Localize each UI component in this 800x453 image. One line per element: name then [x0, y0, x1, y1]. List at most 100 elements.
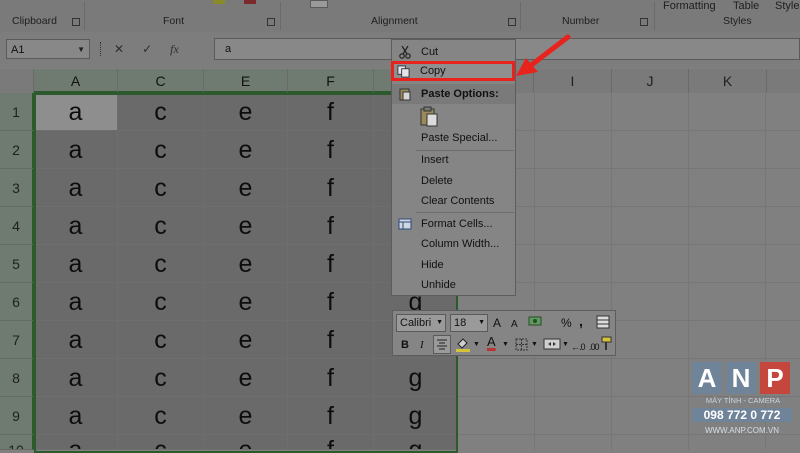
cell[interactable]: f [288, 321, 374, 359]
cell[interactable]: f [288, 397, 374, 435]
row-header[interactable]: 9 [0, 397, 34, 435]
column-header-c[interactable]: C [118, 69, 204, 93]
merge-center-icon[interactable] [543, 337, 561, 351]
cell[interactable]: e [204, 131, 288, 169]
cell[interactable]: c [118, 207, 204, 245]
column-header-e[interactable]: E [204, 69, 288, 93]
cell[interactable]: a [34, 169, 118, 207]
menu-item-insert[interactable]: Insert [392, 150, 515, 170]
borders-icon[interactable] [515, 338, 528, 351]
menu-item-delete[interactable]: Delete [392, 171, 515, 191]
column-header-k[interactable]: K [689, 69, 767, 93]
column-header-next[interactable] [767, 69, 800, 93]
row-header[interactable]: 2 [0, 131, 34, 169]
font-launcher-icon[interactable] [267, 18, 275, 26]
cell[interactable]: c [118, 283, 204, 321]
cell[interactable]: a [34, 245, 118, 283]
cell[interactable]: c [118, 397, 204, 435]
chevron-down-icon[interactable]: ▼ [531, 336, 538, 354]
menu-item-copy[interactable]: Copy [391, 61, 515, 81]
grow-font-button[interactable]: A [493, 314, 501, 332]
cell[interactable]: a [34, 283, 118, 321]
conditional-formatting-button[interactable]: Formatting [663, 0, 716, 12]
cell[interactable]: f [288, 283, 374, 321]
comma-style-button[interactable]: , [579, 312, 583, 330]
column-header-f[interactable]: F [288, 69, 374, 93]
menu-item-clear-contents[interactable]: Clear Contents [392, 191, 515, 211]
format-painter-icon[interactable] [600, 336, 614, 351]
cell[interactable]: a [34, 207, 118, 245]
cell[interactable]: f [288, 359, 374, 397]
cell[interactable]: f [288, 245, 374, 283]
cell[interactable]: f [288, 169, 374, 207]
menu-item-unhide[interactable]: Unhide [392, 275, 515, 295]
cell[interactable]: f [288, 93, 374, 131]
cell[interactable]: e [204, 169, 288, 207]
cell[interactable]: g [374, 397, 458, 435]
cell[interactable]: c [118, 131, 204, 169]
font-size-select[interactable]: 18 ▼ [450, 314, 488, 332]
row-header[interactable]: 10 [0, 435, 34, 450]
align-center-button[interactable] [433, 335, 451, 354]
cell[interactable]: e [204, 207, 288, 245]
cell[interactable]: e [204, 93, 288, 131]
row-header[interactable]: 8 [0, 359, 34, 397]
cell-a1[interactable]: a [34, 93, 118, 131]
number-launcher-icon[interactable] [640, 18, 648, 26]
italic-button[interactable]: I [420, 336, 424, 354]
clipboard-launcher-icon[interactable] [72, 18, 80, 26]
column-header-a[interactable]: A [34, 69, 118, 93]
cell[interactable]: e [204, 359, 288, 397]
select-all-corner[interactable] [0, 69, 34, 93]
cell[interactable]: e [204, 283, 288, 321]
fill-color-icon[interactable] [455, 336, 471, 352]
row-header[interactable]: 6 [0, 283, 34, 321]
decrease-decimal-icon[interactable]: .00 [589, 338, 599, 356]
cell[interactable]: e [204, 245, 288, 283]
cell[interactable]: a [34, 397, 118, 435]
cell[interactable]: e [204, 397, 288, 435]
row-header[interactable]: 4 [0, 207, 34, 245]
drag-handle-icon[interactable] [100, 42, 103, 56]
dropdown-icon[interactable]: ▼ [77, 40, 85, 60]
cell[interactable]: c [118, 93, 204, 131]
cell[interactable]: e [204, 321, 288, 359]
chevron-down-icon[interactable]: ▼ [473, 336, 480, 354]
cell[interactable]: a [34, 321, 118, 359]
percent-style-button[interactable]: % [561, 314, 572, 332]
bold-button[interactable]: B [401, 336, 409, 354]
accounting-format-icon[interactable] [528, 315, 544, 330]
cell[interactable]: a [34, 435, 118, 450]
cell[interactable]: c [118, 359, 204, 397]
cell[interactable]: c [118, 169, 204, 207]
format-as-table-button[interactable]: Table [733, 0, 759, 12]
format-painter-table-icon[interactable] [596, 315, 610, 329]
row-header[interactable]: 3 [0, 169, 34, 207]
menu-item-hide[interactable]: Hide [392, 255, 515, 275]
column-header-j[interactable]: J [612, 69, 689, 93]
paste-clipboard-icon[interactable] [418, 106, 440, 128]
cell[interactable]: a [34, 131, 118, 169]
row-header[interactable]: 1 [0, 93, 34, 131]
font-name-select[interactable]: Calibri ▼ [396, 314, 446, 332]
cell[interactable]: g [374, 435, 458, 450]
cell[interactable]: f [288, 435, 374, 450]
font-color-button[interactable]: A [487, 333, 496, 351]
chevron-down-icon[interactable]: ▼ [562, 336, 569, 354]
cancel-icon[interactable]: ✕ [114, 42, 124, 56]
menu-item-format-cells[interactable]: Format Cells... [392, 214, 515, 234]
cell[interactable]: a [34, 359, 118, 397]
fx-icon[interactable]: fx [170, 42, 179, 57]
menu-item-paste-special[interactable]: Paste Special... [392, 128, 515, 148]
menu-item-cut[interactable]: Cut [392, 42, 515, 62]
name-box[interactable]: A1 ▼ [6, 39, 90, 59]
enter-icon[interactable]: ✓ [142, 42, 152, 56]
alignment-launcher-icon[interactable] [508, 18, 516, 26]
row-header[interactable]: 5 [0, 245, 34, 283]
cell[interactable]: f [288, 207, 374, 245]
cell-styles-button[interactable]: Styles [775, 0, 800, 12]
row-header[interactable]: 7 [0, 321, 34, 359]
increase-decimal-icon[interactable]: ←.0 [571, 338, 585, 356]
cell[interactable]: c [118, 321, 204, 359]
cell[interactable]: g [374, 359, 458, 397]
